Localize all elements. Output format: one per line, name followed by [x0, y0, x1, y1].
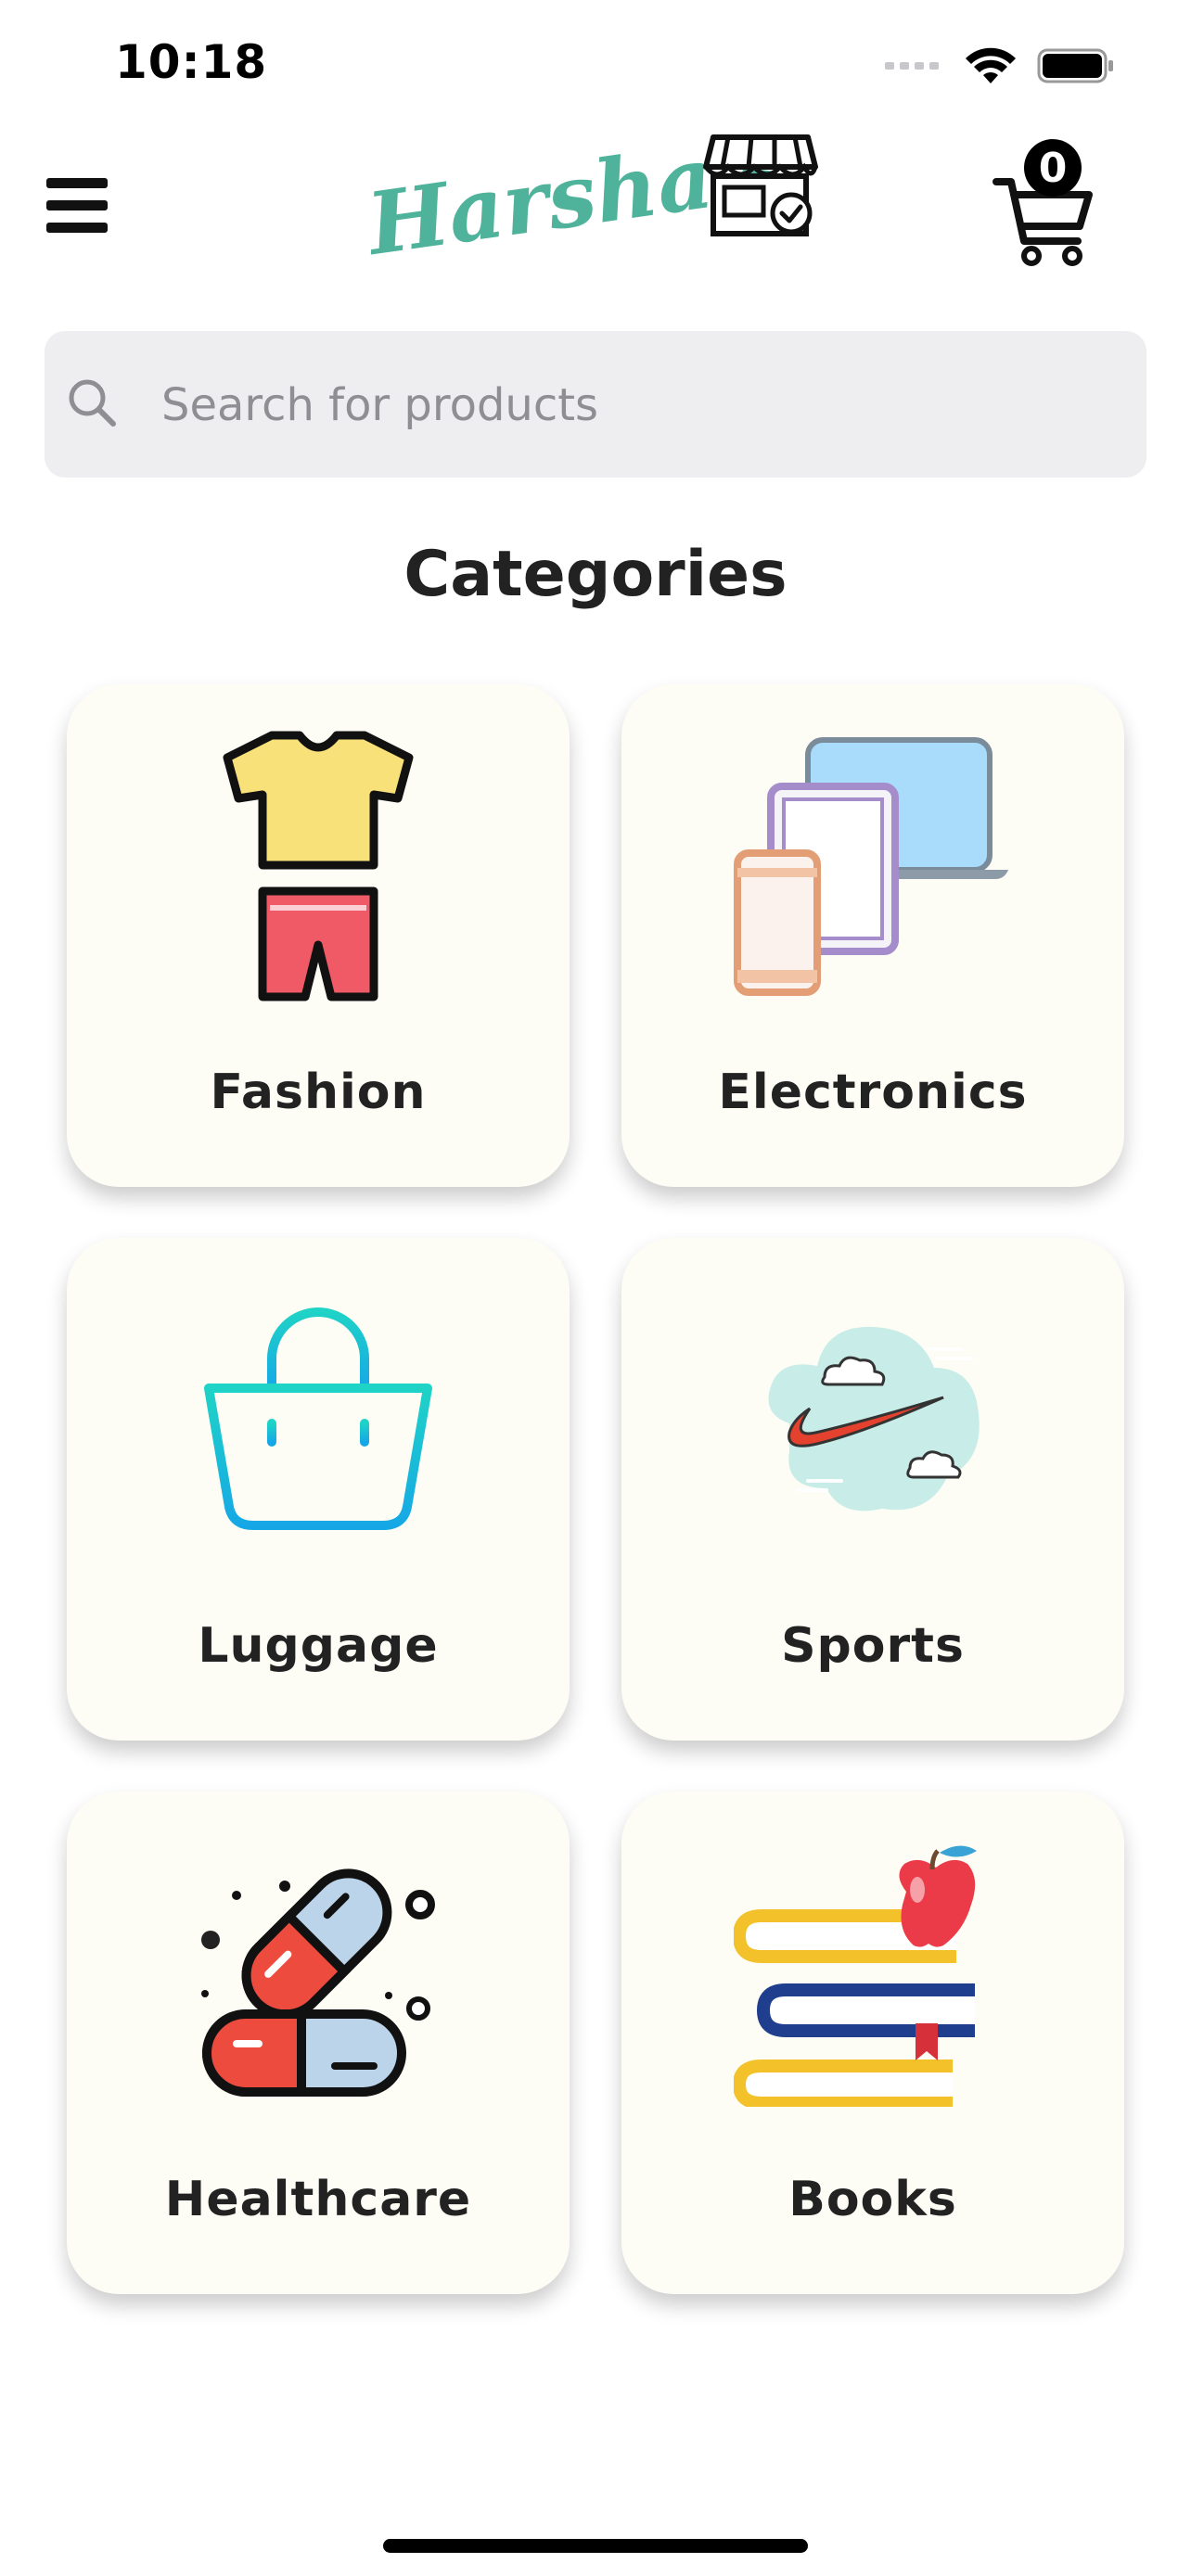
books-apple-icon: [621, 1829, 1124, 2116]
status-time: 10:18: [115, 35, 268, 89]
category-label: Fashion: [210, 1065, 427, 1120]
category-card-healthcare[interactable]: Healthcare: [67, 1792, 570, 2294]
app-header: Harsha's 0: [0, 117, 1191, 306]
clothes-icon: [67, 721, 570, 1009]
devices-icon: [621, 721, 1124, 1009]
bag-icon: [67, 1275, 570, 1562]
store-icon: [700, 130, 821, 245]
cart-count-badge: 0: [1024, 139, 1082, 197]
category-card-fashion[interactable]: Fashion: [67, 684, 570, 1187]
category-label: Sports: [781, 1618, 965, 1674]
app-logo: Harsha's: [362, 117, 821, 297]
category-label: Electronics: [718, 1065, 1028, 1120]
categories-title: Categories: [403, 538, 788, 611]
category-card-electronics[interactable]: Electronics: [621, 684, 1124, 1187]
status-icons: [885, 46, 1117, 89]
home-indicator[interactable]: [383, 2539, 808, 2553]
cellular-icon: [885, 57, 944, 79]
category-label: Healthcare: [164, 2172, 472, 2227]
status-bar: 10:18: [0, 0, 1191, 130]
swoosh-icon: [621, 1275, 1124, 1562]
category-card-luggage[interactable]: Luggage: [67, 1238, 570, 1741]
wifi-icon: [965, 46, 1017, 89]
battery-icon: [1037, 46, 1117, 89]
category-card-books[interactable]: Books: [621, 1792, 1124, 2294]
search-icon: [65, 376, 119, 433]
category-label: Luggage: [198, 1618, 439, 1674]
category-label: Books: [788, 2172, 957, 2227]
hamburger-menu-icon[interactable]: [46, 178, 108, 234]
search-input[interactable]: [160, 331, 1128, 479]
search-bar[interactable]: [45, 331, 1146, 479]
category-card-sports[interactable]: Sports: [621, 1238, 1124, 1741]
pills-icon: [67, 1829, 570, 2116]
cart-button[interactable]: 0: [992, 139, 1104, 269]
